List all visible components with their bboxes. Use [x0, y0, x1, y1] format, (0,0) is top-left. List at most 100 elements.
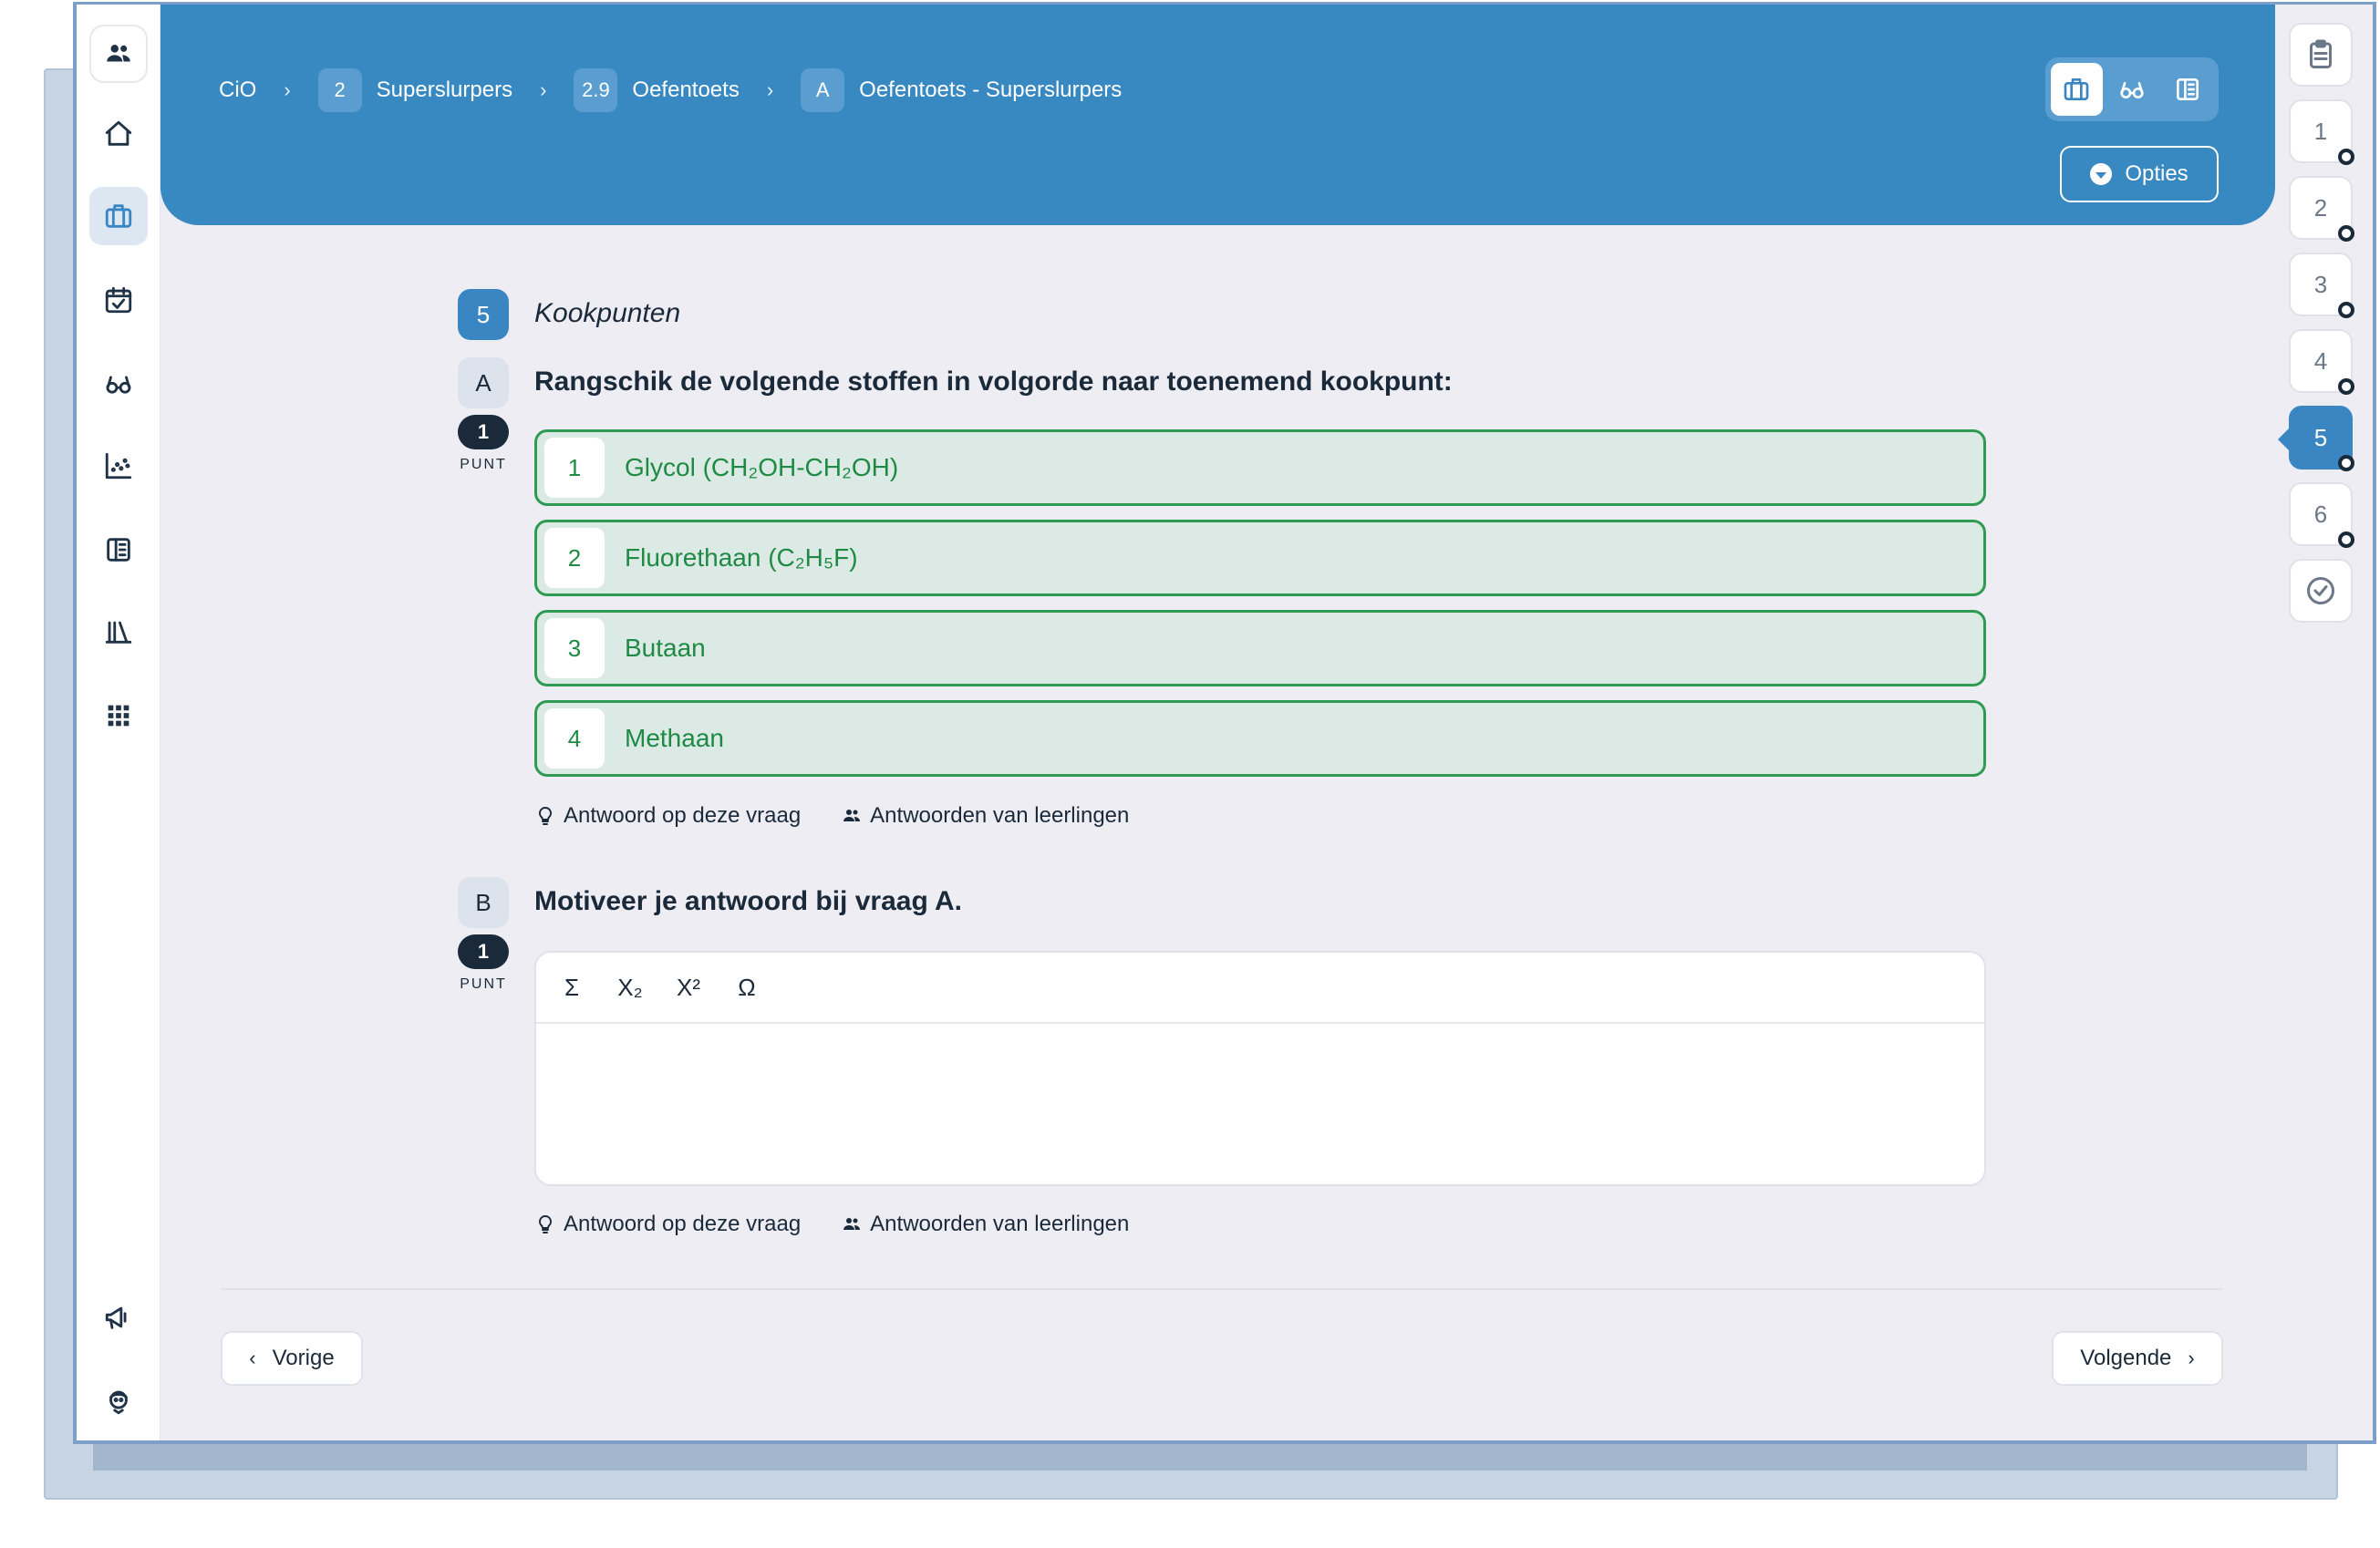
- previous-button[interactable]: ‹ Vorige: [221, 1331, 363, 1386]
- view-mode-switch: [2045, 57, 2219, 121]
- part-b-badge: B: [458, 877, 509, 928]
- rail-finish-button[interactable]: [2289, 559, 2353, 623]
- rail-question-4[interactable]: 4: [2289, 329, 2354, 395]
- chevron-left-icon: ‹: [249, 1347, 256, 1369]
- rail-question-6[interactable]: 6: [2289, 482, 2354, 548]
- chart-icon: [105, 452, 132, 480]
- sidebar-profile-button[interactable]: [89, 1372, 148, 1430]
- glasses-icon: [2120, 82, 2144, 98]
- question-title: Kookpunten: [534, 298, 681, 328]
- sidebar-glasses-button[interactable]: [89, 355, 148, 413]
- chevron-right-icon: ›: [284, 78, 291, 101]
- home-icon: [105, 120, 132, 146]
- part-b-points: 1 PUNT: [458, 934, 509, 993]
- rail-question-label: 4: [2313, 346, 2328, 375]
- rail-question-3[interactable]: 3: [2289, 253, 2354, 318]
- sidebar-apps-button[interactable]: [89, 686, 148, 745]
- part-b-links: Antwoord op deze vraag Antwoorden van le…: [534, 1212, 1129, 1237]
- sidebar-users-button[interactable]: [89, 25, 148, 83]
- users-icon: [107, 45, 130, 62]
- breadcrumb-badge: 2: [317, 68, 362, 112]
- points-label: PUNT: [460, 457, 507, 472]
- show-answer-link[interactable]: Antwoord op deze vraag: [534, 803, 801, 829]
- sidebar-announcements-button[interactable]: [89, 1288, 148, 1347]
- superscript-button[interactable]: X²: [675, 974, 702, 1002]
- status-dot: [2338, 531, 2354, 548]
- answer-rank: 1: [544, 438, 605, 498]
- question-number-badge: 5: [458, 289, 509, 340]
- answer-item[interactable]: 2 Fluorethaan (C₂H₅F): [534, 520, 1986, 596]
- options-button[interactable]: Opties: [2060, 146, 2219, 202]
- sidebar-calendar-button[interactable]: [89, 271, 148, 329]
- mode-briefcase-button[interactable]: [2051, 63, 2103, 116]
- rail-question-5[interactable]: 5: [2278, 406, 2354, 471]
- points-value: 1: [458, 934, 509, 969]
- special-chars-button[interactable]: Ω: [733, 974, 761, 1002]
- glasses-icon: [106, 376, 131, 394]
- rail-question-label: 5: [2313, 423, 2328, 451]
- answer-item[interactable]: 3 Butaan: [534, 610, 1986, 686]
- student-answers-label: Antwoorden van leerlingen: [870, 1212, 1130, 1236]
- sidebar-home-button[interactable]: [89, 105, 148, 163]
- rail-question-label: 3: [2313, 270, 2328, 298]
- chevron-right-icon: ›: [766, 78, 774, 101]
- calendar-check-icon: [105, 286, 132, 314]
- answer-textarea[interactable]: [536, 1024, 1984, 1184]
- sum-symbol-button[interactable]: Σ: [558, 974, 585, 1002]
- lightbulb-icon: [538, 1214, 553, 1233]
- mode-flask-book-button[interactable]: [2161, 63, 2213, 116]
- status-dot: [2338, 455, 2354, 471]
- answer-item[interactable]: 1 Glycol (CH₂OH-CH₂OH): [534, 429, 1986, 506]
- sidebar-flask-book-button[interactable]: [89, 521, 148, 579]
- next-label: Volgende: [2080, 1346, 2172, 1370]
- answer-rank: 3: [544, 618, 605, 678]
- users-icon: [843, 810, 861, 821]
- points-value: 1: [458, 415, 509, 449]
- breadcrumb-item-superslurpers[interactable]: Superslurpers: [377, 77, 512, 103]
- status-dot: [2338, 225, 2354, 242]
- show-answer-label: Antwoord op deze vraag: [564, 803, 802, 828]
- rail-question-1[interactable]: 1: [2289, 99, 2354, 165]
- breadcrumb-badge: 2.9: [574, 68, 618, 112]
- sidebar-briefcase-button[interactable]: [89, 187, 148, 245]
- mode-glasses-button[interactable]: [2106, 63, 2158, 116]
- rail-overview-button[interactable]: [2289, 23, 2353, 87]
- previous-label: Vorige: [272, 1346, 335, 1370]
- flask-book-icon: [2176, 78, 2199, 100]
- part-b-question: Motiveer je antwoord bij vraag A.: [534, 886, 962, 916]
- answer-rank: 4: [544, 708, 605, 769]
- answer-rank: 2: [544, 528, 605, 588]
- options-label: Opties: [2125, 161, 2189, 186]
- clipboard-icon: [2310, 39, 2332, 68]
- show-answer-label: Antwoord op deze vraag: [564, 1212, 802, 1236]
- student-answers-link[interactable]: Antwoorden van leerlingen: [841, 1212, 1129, 1237]
- apps-grid-icon: [108, 705, 129, 727]
- next-button[interactable]: Volgende ›: [2052, 1331, 2223, 1386]
- footer-divider: [221, 1288, 2223, 1290]
- student-answers-link[interactable]: Antwoorden van leerlingen: [841, 803, 1129, 829]
- rail-question-label: 2: [2313, 193, 2328, 222]
- show-answer-link[interactable]: Antwoord op deze vraag: [534, 1212, 801, 1237]
- answer-text: Butaan: [625, 634, 706, 662]
- points-label: PUNT: [460, 976, 507, 992]
- check-circle-icon: [2307, 577, 2334, 604]
- lightbulb-icon: [538, 806, 553, 825]
- rail-question-label: 1: [2313, 117, 2328, 145]
- rail-question-2[interactable]: 2: [2289, 176, 2354, 242]
- part-a-question: Rangschik de volgende stoffen in volgord…: [534, 366, 1453, 397]
- users-icon: [843, 1218, 861, 1230]
- subscript-button[interactable]: X₂: [616, 974, 644, 1002]
- answer-item[interactable]: 4 Methaan: [534, 700, 1986, 777]
- breadcrumb-item-current: Oefentoets - Superslurpers: [859, 77, 1123, 102]
- breadcrumb-root[interactable]: CiO: [219, 77, 256, 103]
- breadcrumb-item-oefentoets[interactable]: Oefentoets: [632, 77, 739, 103]
- sidebar-library-button[interactable]: [89, 603, 148, 661]
- status-dot: [2338, 378, 2354, 395]
- sidebar-chart-button[interactable]: [89, 437, 148, 495]
- breadcrumb: CiO › 2 Superslurpers › 2.9 Oefentoets ›…: [219, 68, 1122, 112]
- part-a-points: 1 PUNT: [458, 415, 509, 473]
- megaphone-icon: [105, 1306, 127, 1329]
- rail-question-label: 6: [2313, 500, 2328, 528]
- top-header: CiO › 2 Superslurpers › 2.9 Oefentoets ›…: [160, 5, 2275, 225]
- breadcrumb-badge: A: [801, 68, 845, 112]
